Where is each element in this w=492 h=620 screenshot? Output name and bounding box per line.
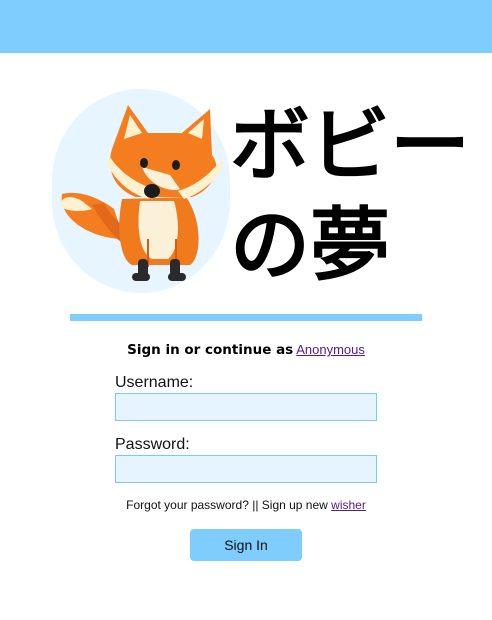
password-input[interactable] <box>115 455 377 483</box>
username-input[interactable] <box>115 393 377 421</box>
signin-heading-text: Sign in or continue as <box>127 342 294 358</box>
anonymous-link[interactable]: Anonymous <box>296 342 365 357</box>
fox-mascot-logo <box>52 89 234 293</box>
signin-heading: Sign in or continue as Anonymous <box>0 342 492 358</box>
forgot-password-text: Forgot your password? || Sign up new <box>126 498 328 512</box>
username-label: Username: <box>115 374 194 391</box>
fox-mascot-icon <box>52 89 230 293</box>
top-header-bar <box>0 0 492 53</box>
app-title-line1: ボビー <box>230 99 470 192</box>
app-title: ボビー の夢 <box>230 96 470 296</box>
app-title-line2: の夢 <box>230 199 390 292</box>
password-label: Password: <box>115 436 190 453</box>
account-links: Forgot your password? || Sign up new wis… <box>0 498 492 512</box>
title-divider <box>70 314 422 321</box>
sign-in-button[interactable]: Sign In <box>190 529 302 561</box>
wisher-signup-link[interactable]: wisher <box>331 498 366 512</box>
